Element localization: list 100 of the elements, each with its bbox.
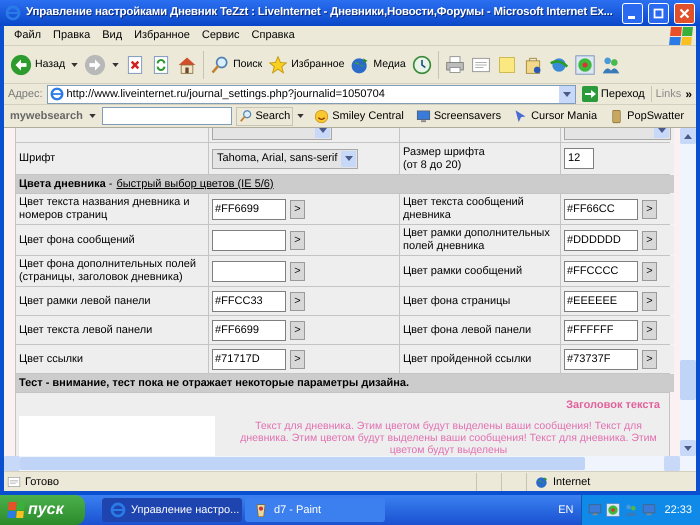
color-input-field[interactable]: #FF6699	[212, 320, 286, 340]
field-label: Размер шрифта (от 8 до 20)	[403, 146, 485, 172]
color-input-field[interactable]: #EEEEEE	[564, 290, 638, 312]
preview-text: Текст для дневника. Этим цветом будут выделены ваши сообщения! Текст для дневника. Этим цветом будут выделены ваши сообщения! Текст для дневника. Этим цветом будут выделены	[239, 420, 658, 456]
people-icon	[600, 54, 621, 74]
scroll-up-button[interactable]	[680, 128, 696, 144]
caret-icon	[562, 92, 571, 96]
menu-item[interactable]: Справка	[246, 27, 301, 44]
smiley-icon	[314, 108, 330, 124]
picker-button[interactable]: >	[642, 292, 657, 310]
menu-item[interactable]: Избранное	[128, 27, 196, 44]
field-label: Цвет текста сообщений дневника	[403, 196, 524, 222]
color-input-field[interactable]: #FF6699	[212, 198, 286, 220]
field-label: Цвет текста названия дневника и номеров страниц	[19, 196, 190, 222]
caret-icon	[318, 128, 326, 132]
toolbar-link[interactable]: Screensavers	[414, 108, 504, 124]
field-label: Цвет рамки левой панели	[19, 294, 151, 308]
field-label: Цвет рамки сообщений	[403, 264, 522, 278]
dropdown-button[interactable]	[558, 86, 575, 102]
toolbar-button[interactable]: Избранное	[266, 48, 346, 80]
minimize-icon	[628, 16, 634, 19]
maximize-button[interactable]	[648, 2, 669, 24]
color-input-field[interactable]	[212, 260, 286, 282]
field-label: Цвет фона страницы	[403, 294, 510, 308]
ie-icon	[5, 5, 21, 21]
picker-button[interactable]: >	[290, 320, 305, 340]
color-input-field[interactable]: #FFFFFF	[564, 320, 638, 340]
toolbar-button[interactable]: Медиа	[348, 48, 408, 80]
caret-icon[interactable]	[112, 62, 120, 66]
search-button[interactable]: Search	[236, 106, 294, 126]
taskbar-button[interactable]: d7 - Paint	[245, 498, 385, 522]
taskbar-button[interactable]: Управление настро...	[102, 498, 242, 522]
picker-button[interactable]: >	[642, 230, 657, 250]
zone-text: Internet	[553, 474, 592, 490]
picker-button[interactable]: >	[290, 292, 305, 310]
language-indicator[interactable]: EN	[558, 502, 574, 518]
search-field[interactable]	[102, 107, 232, 125]
picker-button[interactable]: >	[290, 230, 305, 250]
horizontal-scrollbar[interactable]	[4, 456, 696, 471]
star-icon	[268, 54, 288, 74]
color-input-field[interactable]: #FFCC33	[212, 290, 286, 312]
go-button[interactable]: Переход	[580, 86, 647, 102]
more-button[interactable]: »	[685, 85, 692, 103]
clock: 22:33	[664, 502, 692, 518]
house-icon	[177, 54, 198, 74]
scroll-down-button[interactable]	[680, 440, 696, 456]
caret-icon[interactable]	[71, 62, 78, 66]
caret-icon[interactable]	[297, 114, 304, 118]
toolbar-link[interactable]: Smiley Central	[312, 108, 406, 124]
windows-logo-icon	[7, 502, 25, 518]
address-field[interactable]: http://www.liveinternet.ru/journal_settings.php?journalid=1050704	[46, 84, 576, 104]
select-field[interactable]: Tahoma, Arial, sans-serif	[212, 148, 358, 168]
picker-button[interactable]: >	[642, 262, 657, 280]
globe-icon	[535, 475, 549, 489]
toolbar-link[interactable]: PopSwatter	[607, 108, 686, 124]
menu-item[interactable]: Правка	[47, 27, 96, 44]
menu-item[interactable]: Вид	[96, 27, 128, 44]
section-title: Цвета дневника -	[19, 178, 112, 190]
search-icon	[239, 109, 254, 123]
monitor-icon	[416, 108, 431, 124]
field-label: Цвет ссылки	[19, 352, 83, 366]
toolbar-button[interactable]: Поиск	[208, 48, 264, 80]
close-button[interactable]	[674, 2, 695, 24]
color-input-field[interactable]: #71717D	[212, 348, 286, 370]
field-label: Цвет пройденной ссылки	[403, 352, 532, 366]
toolbar-link[interactable]: Cursor Mania	[511, 108, 600, 124]
color-input-field[interactable]: #FFCCCC	[564, 260, 638, 282]
maximize-icon	[651, 6, 666, 20]
picker-button[interactable]: >	[290, 262, 305, 280]
color-input-field[interactable]: #FF66CC	[564, 198, 638, 220]
color-input-field[interactable]: #DDDDDD	[564, 230, 638, 250]
vertical-scrollbar[interactable]	[680, 128, 696, 456]
flower-icon	[574, 54, 595, 74]
quick-colors-link[interactable]: быстрый выбор цветов (IE 5/6)	[116, 178, 274, 190]
document-icon	[7, 475, 21, 489]
scroll-thumb[interactable]	[680, 360, 696, 400]
up-arrow-icon	[684, 134, 692, 138]
minimize-button[interactable]	[622, 2, 643, 24]
field-label: Цвет текста левой панели	[19, 324, 152, 336]
caret-icon	[344, 156, 353, 161]
note-icon	[496, 54, 517, 74]
picker-button[interactable]: >	[290, 350, 305, 368]
picker-button[interactable]: >	[642, 200, 657, 218]
clock-icon	[412, 54, 432, 74]
back-button[interactable]: Назад	[8, 48, 68, 80]
color-input-field[interactable]	[212, 230, 286, 250]
caret-icon[interactable]	[88, 114, 96, 118]
scroll-thumb[interactable]	[20, 457, 585, 470]
down-arrow-icon	[684, 446, 692, 450]
color-input-field[interactable]: #73737F	[564, 348, 638, 370]
field-label: Цвет рамки дополнительных полей дневника	[403, 227, 550, 253]
menu-item[interactable]: Сервис	[196, 27, 246, 44]
menu-item[interactable]: Файл	[8, 27, 48, 44]
monitor-icon	[588, 503, 602, 517]
picker-button[interactable]: >	[642, 320, 657, 340]
input-field[interactable]: 12	[564, 148, 594, 169]
field-label: Шрифт	[19, 152, 56, 165]
picker-button[interactable]: >	[642, 350, 657, 368]
window-title: Управление настройками Дневник TeZzt : LiveInternet - Дневники,Новости,Форумы - Microsoft Internet Ex...	[26, 5, 614, 20]
picker-button[interactable]: >	[290, 200, 305, 218]
